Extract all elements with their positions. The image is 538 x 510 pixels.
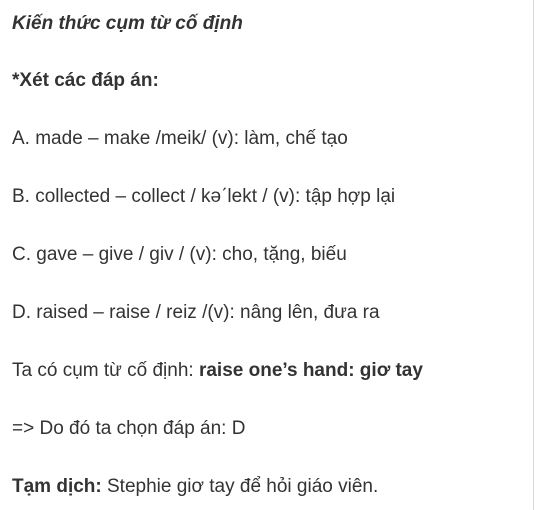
fixed-phrase-bold: raise one’s hand: giơ tay — [198, 360, 423, 381]
explanation-panel: Kiến thức cụm từ cố định *Xét các đáp án… — [0, 0, 534, 510]
fixed-phrase-line: Ta có cụm từ cố định: raise one’s hand: … — [12, 359, 423, 383]
option-d: D. raised – raise / reiz /(v): nâng lên,… — [12, 302, 380, 323]
fixed-phrase-prefix: Ta có cụm từ cố định: — [12, 360, 199, 381]
option-a: A. made – make /meik/ (v): làm, chế tạo — [12, 128, 348, 149]
option-c: C. gave – give / giv / (v): cho, tặng, b… — [12, 244, 347, 265]
translation-line: Tạm dịch: Stephie giơ tay để hỏi giáo vi… — [12, 475, 378, 499]
translation-label: Tạm dịch: — [12, 476, 102, 497]
conclusion-line: => Do đó ta chọn đáp án: D — [12, 418, 246, 439]
option-b: B. collected – collect / kəˊlekt / (v): … — [12, 186, 396, 207]
translation-text: Stephie giơ tay để hỏi giáo viên. — [101, 476, 379, 497]
options-title: *Xét các đáp án: — [12, 70, 159, 91]
section-heading: Kiến thức cụm từ cố định — [12, 13, 243, 34]
